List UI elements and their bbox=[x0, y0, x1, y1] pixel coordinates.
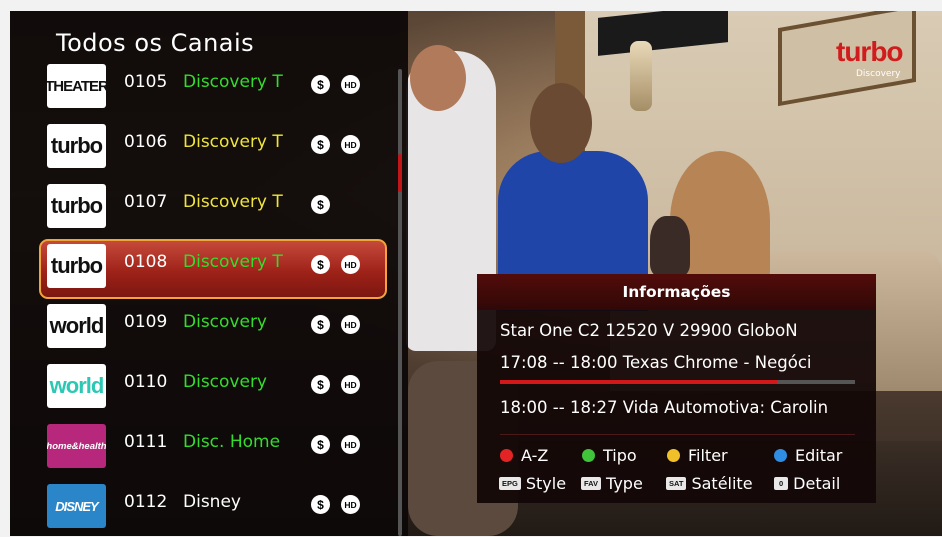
scene-woman-head bbox=[530, 83, 592, 163]
hd-icon: HD bbox=[341, 135, 360, 154]
channel-logo: turbo bbox=[47, 244, 106, 288]
green-key-icon bbox=[582, 449, 595, 462]
transponder-info: Star One C2 12520 V 29900 GloboN bbox=[500, 321, 798, 340]
key-filter-button[interactable]: Filter bbox=[667, 446, 728, 465]
paid-icon: $ bbox=[311, 495, 330, 514]
fav-key-icon: FAV bbox=[581, 477, 602, 490]
paid-icon: $ bbox=[311, 75, 330, 94]
channel-row[interactable]: turbo 0106 Discovery T $ HD bbox=[47, 121, 391, 177]
hd-icon: HD bbox=[341, 255, 360, 274]
scene-sconce bbox=[630, 41, 652, 111]
red-key-icon bbox=[500, 449, 513, 462]
blue-key-icon bbox=[774, 449, 787, 462]
channel-row[interactable]: world 0110 Discovery $ HD bbox=[47, 361, 391, 417]
channel-number: 0106 bbox=[124, 132, 168, 152]
channel-name: Disc. Home bbox=[183, 432, 281, 452]
channel-name: Discovery bbox=[183, 312, 267, 332]
paid-icon: $ bbox=[311, 435, 330, 454]
channel-name: Discovery T bbox=[183, 192, 283, 212]
hd-icon: HD bbox=[341, 315, 360, 334]
channel-row[interactable]: turbo 0107 Discovery T $ bbox=[47, 181, 391, 237]
channel-logo: turbo bbox=[47, 124, 106, 168]
channel-number: 0107 bbox=[124, 192, 168, 212]
sat-key-icon: SAT bbox=[666, 477, 687, 490]
channel-row[interactable]: DISNEY 0112 Disney $ HD bbox=[47, 481, 391, 537]
scrollbar-track[interactable] bbox=[398, 69, 402, 536]
program-progress-bar bbox=[500, 380, 855, 384]
paid-icon: $ bbox=[311, 255, 330, 274]
scene-vase bbox=[650, 216, 690, 276]
epg-key-icon: EPG bbox=[499, 477, 521, 490]
paid-icon: $ bbox=[311, 195, 330, 214]
paid-icon: $ bbox=[311, 315, 330, 334]
panel-title: Todos os Canais bbox=[56, 29, 255, 57]
channel-logo: home&health bbox=[47, 424, 106, 468]
hd-icon: HD bbox=[341, 75, 360, 94]
channel-list-panel: Todos os Canais THEATER 0105 Discovery T… bbox=[10, 11, 408, 536]
channel-logo: world bbox=[47, 364, 106, 408]
hd-icon: HD bbox=[341, 495, 360, 514]
info-divider bbox=[500, 434, 855, 435]
epg-style-button[interactable]: EPG Style bbox=[499, 474, 566, 493]
hd-icon: HD bbox=[341, 435, 360, 454]
channel-number: 0108 bbox=[124, 252, 168, 272]
channel-row[interactable]: THEATER 0105 Discovery T $ HD bbox=[47, 61, 391, 117]
scene-man-head bbox=[410, 45, 466, 111]
channel-logo: turbo bbox=[47, 184, 106, 228]
fav-type-button[interactable]: FAV Type bbox=[581, 474, 643, 493]
zero-key-icon: 0 bbox=[774, 477, 789, 490]
channel-logo: world bbox=[47, 304, 106, 348]
channel-name: Discovery T bbox=[183, 132, 283, 152]
current-program: 17:08 -- 18:00 Texas Chrome - Negóci bbox=[500, 353, 812, 372]
channel-name: Discovery T bbox=[183, 72, 283, 92]
channel-number: 0111 bbox=[124, 432, 168, 452]
channel-watermark-sub: Discovery bbox=[856, 69, 901, 79]
paid-icon: $ bbox=[311, 375, 330, 394]
program-progress-fill bbox=[500, 380, 777, 384]
info-title: Informações bbox=[477, 274, 876, 310]
yellow-key-icon bbox=[667, 449, 680, 462]
channel-logo: THEATER bbox=[47, 64, 106, 108]
info-panel: Informações Star One C2 12520 V 29900 Gl… bbox=[477, 274, 876, 503]
channel-row-selected[interactable]: turbo 0108 Discovery T $ HD bbox=[39, 239, 387, 299]
channel-number: 0109 bbox=[124, 312, 168, 332]
key-editar-button[interactable]: Editar bbox=[774, 446, 842, 465]
hd-icon: HD bbox=[341, 375, 360, 394]
channel-row[interactable]: world 0109 Discovery $ HD bbox=[47, 301, 391, 357]
channel-logo: DISNEY bbox=[47, 484, 106, 528]
channel-name: Discovery bbox=[183, 372, 267, 392]
channel-number: 0110 bbox=[124, 372, 168, 392]
next-program: 18:00 -- 18:27 Vida Automotiva: Carolin bbox=[500, 398, 829, 417]
channel-name: Discovery T bbox=[183, 252, 283, 272]
detail-button[interactable]: 0 Detail bbox=[774, 474, 840, 493]
key-tipo-button[interactable]: Tipo bbox=[582, 446, 637, 465]
scrollbar-thumb[interactable] bbox=[398, 154, 402, 192]
channel-row[interactable]: home&health 0111 Disc. Home $ HD bbox=[47, 421, 391, 477]
channel-name: Disney bbox=[183, 492, 241, 512]
channel-number: 0112 bbox=[124, 492, 168, 512]
sat-satellite-button[interactable]: SAT Satélite bbox=[666, 474, 753, 493]
channel-number: 0105 bbox=[124, 72, 168, 92]
paid-icon: $ bbox=[311, 135, 330, 154]
key-az-button[interactable]: A-Z bbox=[500, 446, 548, 465]
channel-watermark-logo: turbo bbox=[836, 36, 904, 67]
